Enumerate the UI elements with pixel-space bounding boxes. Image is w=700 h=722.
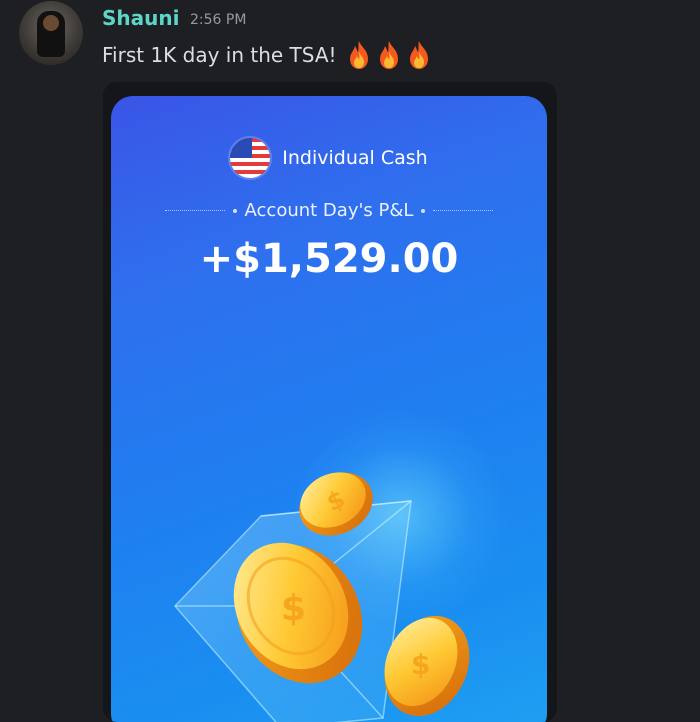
message-content: First 1K day in the TSA! <box>102 40 433 70</box>
emoji-group <box>345 40 433 70</box>
username[interactable]: Shauni <box>102 6 179 30</box>
avatar-face <box>43 15 59 31</box>
coins-cube-illustration: $ $ $ <box>173 472 470 722</box>
pl-label-row: Account Day's P&L <box>111 200 547 221</box>
right-dotted-line <box>433 209 494 212</box>
account-name: Individual Cash <box>282 147 428 169</box>
user-avatar[interactable] <box>19 1 83 65</box>
right-dot <box>421 208 426 213</box>
account-row: Individual Cash <box>111 138 547 178</box>
us-flag-icon <box>230 138 271 178</box>
fire-icon <box>409 41 428 69</box>
fire-icon <box>379 41 398 69</box>
fire-icon <box>349 41 368 69</box>
svg-text:$: $ <box>281 588 306 629</box>
pl-label: Account Day's P&L <box>244 200 414 221</box>
pl-card: Individual Cash Account Day's P&L +$1,52… <box>111 96 547 722</box>
message-text: First 1K day in the TSA! <box>102 43 337 67</box>
left-dotted-line <box>164 209 225 212</box>
message-timestamp: 2:56 PM <box>190 12 247 28</box>
svg-text:$: $ <box>411 648 430 681</box>
left-dot <box>232 208 237 213</box>
flag-canton <box>230 138 253 158</box>
pl-amount: +$1,529.00 <box>199 236 459 282</box>
image-attachment[interactable]: Individual Cash Account Day's P&L +$1,52… <box>103 82 557 722</box>
